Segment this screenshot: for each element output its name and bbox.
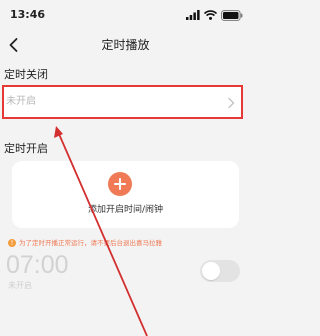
- chevron-right-icon: [228, 97, 235, 109]
- add-alarm-card[interactable]: 添加开启时间/闹钟: [12, 161, 239, 228]
- section-label-timer-on: 定时开启: [4, 142, 48, 155]
- status-bar: 13:46: [0, 0, 251, 28]
- nav-bar: 定时播放: [0, 30, 251, 60]
- section-label-timer-off: 定时关闭: [4, 68, 48, 81]
- status-time: 13:46: [10, 8, 46, 21]
- signal-icon: [186, 10, 200, 20]
- timer-item-time: 07:00: [6, 251, 69, 279]
- timer-off-status: 未开启: [6, 96, 36, 107]
- timer-item-toggle[interactable]: [200, 260, 240, 282]
- status-icons: [186, 9, 243, 21]
- toggle-knob: [202, 262, 220, 280]
- wifi-icon: [204, 10, 217, 20]
- page-title: 定时播放: [101, 38, 150, 52]
- info-icon: !: [8, 239, 16, 247]
- battery-icon: [221, 9, 243, 21]
- timer-off-row[interactable]: 未开启: [2, 85, 243, 119]
- add-alarm-label: 添加开启时间/闹钟: [87, 205, 164, 215]
- plus-circle-icon[interactable]: [108, 172, 132, 196]
- notice-text: 为了定时开播正常运行，请不要后台退出喜马拉雅: [19, 239, 162, 247]
- notice: ! 为了定时开播正常运行，请不要后台退出喜马拉雅: [8, 237, 244, 249]
- timer-item-status: 未开启: [8, 281, 32, 290]
